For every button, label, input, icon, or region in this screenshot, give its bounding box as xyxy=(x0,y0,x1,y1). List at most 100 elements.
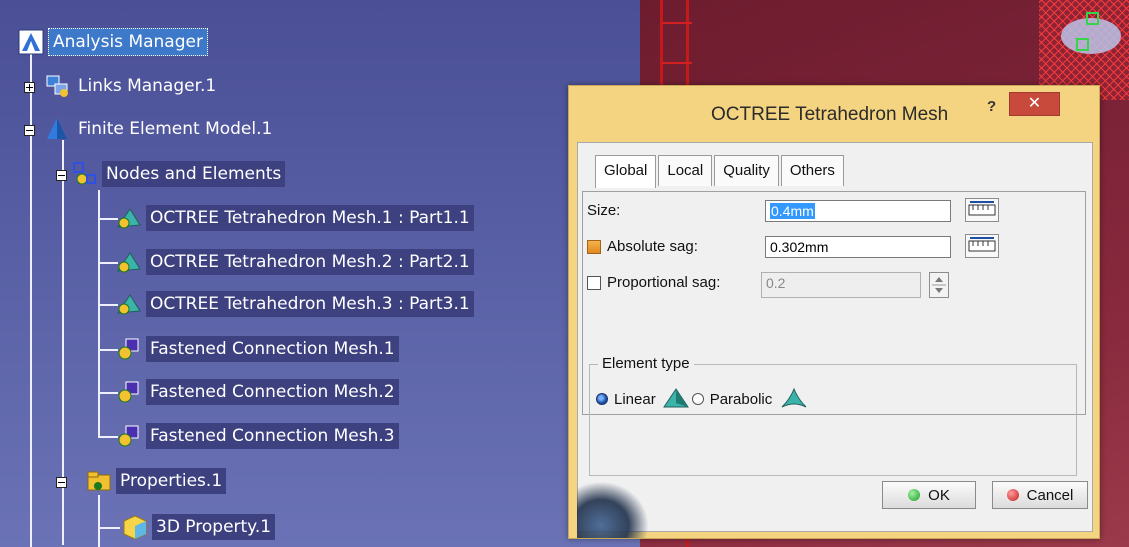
cancel-label: Cancel xyxy=(1026,486,1074,504)
tab-local[interactable]: Local xyxy=(658,155,713,186)
ok-label: OK xyxy=(928,486,950,504)
3d-property-icon xyxy=(122,514,148,540)
compass-node xyxy=(1086,12,1099,25)
help-button[interactable]: ? xyxy=(987,98,996,115)
tree-node-mesh[interactable]: OCTREE Tetrahedron Mesh.3 : Part3.1 xyxy=(116,290,474,318)
tree-label: Fastened Connection Mesh.1 xyxy=(146,336,399,362)
compass-node xyxy=(1076,38,1089,51)
fastened-mesh-icon xyxy=(116,423,142,449)
ok-button[interactable]: OK xyxy=(882,481,976,509)
tree-connector xyxy=(98,392,118,394)
tree-node-nodes-and-elements[interactable]: Nodes and Elements xyxy=(54,160,286,188)
nodes-and-elements-icon xyxy=(72,161,98,187)
size-row: Size: xyxy=(587,202,620,219)
tree-label: OCTREE Tetrahedron Mesh.3 : Part3.1 xyxy=(146,291,474,317)
ruler-icon xyxy=(968,237,996,252)
tetra-mesh-icon xyxy=(116,205,142,231)
tree-node-fastened-mesh[interactable]: Fastened Connection Mesh.3 xyxy=(116,422,399,450)
element-type-group: Element type Linear Parabolic xyxy=(589,355,1077,476)
absolute-sag-value: 0.302mm xyxy=(770,239,829,255)
tree-label: OCTREE Tetrahedron Mesh.1 : Part1.1 xyxy=(146,205,474,231)
parabolic-label: Parabolic xyxy=(709,390,773,408)
size-input[interactable]: 0.4mm xyxy=(765,200,951,222)
size-value: 0.4mm xyxy=(770,203,815,219)
tree-node-mesh[interactable]: OCTREE Tetrahedron Mesh.2 : Part2.1 xyxy=(116,248,474,276)
proportional-sag-checkbox[interactable] xyxy=(587,275,601,290)
tree-node-mesh[interactable]: OCTREE Tetrahedron Mesh.1 : Part1.1 xyxy=(116,204,474,232)
tree-label: Finite Element Model.1 xyxy=(78,119,273,139)
tree-node-3d-property[interactable]: 3D Property.1 xyxy=(122,513,276,541)
dialog-title-bar[interactable]: OCTREE Tetrahedron Mesh ? ✕ xyxy=(569,86,1099,142)
octree-mesh-dialog: OCTREE Tetrahedron Mesh ? ✕ Global Local… xyxy=(568,85,1100,539)
absolute-sag-checkbox[interactable] xyxy=(587,239,601,254)
linear-tetra-icon xyxy=(662,388,689,408)
tree-label: Fastened Connection Mesh.3 xyxy=(146,423,399,449)
properties-folder-icon xyxy=(86,468,112,494)
analysis-manager-icon xyxy=(18,29,44,55)
linear-radio[interactable] xyxy=(596,393,608,405)
collapse-minus-icon[interactable] xyxy=(24,125,35,136)
tree-connector xyxy=(98,262,118,264)
cancel-button[interactable]: Cancel xyxy=(992,481,1088,509)
specification-tree: Analysis Manager Links Manager.1 Finite … xyxy=(0,0,640,547)
absolute-sag-row: Absolute sag: xyxy=(587,238,698,255)
tree-connector xyxy=(98,495,100,547)
size-label: Size: xyxy=(587,202,621,219)
finite-element-model-icon xyxy=(44,116,70,142)
expand-plus-icon[interactable] xyxy=(24,82,35,93)
part-edge xyxy=(662,62,692,64)
element-type-options: Linear Parabolic xyxy=(596,387,808,411)
tree-label: Fastened Connection Mesh.2 xyxy=(146,379,399,405)
tree-node-analysis-manager[interactable]: Analysis Manager xyxy=(18,28,208,56)
element-type-legend: Element type xyxy=(598,355,694,372)
proportional-sag-value: 0.2 xyxy=(766,275,786,291)
collapse-minus-icon[interactable] xyxy=(56,170,67,181)
tree-label: Analysis Manager xyxy=(48,28,208,56)
close-button[interactable]: ✕ xyxy=(1009,92,1060,116)
tree-node-properties[interactable]: Properties.1 xyxy=(54,467,227,495)
spinner-arrows-icon xyxy=(932,277,946,293)
global-tab-panel: Size: 0.4mm Absolute sag: 0.302mm Propor… xyxy=(582,191,1086,476)
tab-global[interactable]: Global xyxy=(595,155,657,188)
catia-logo xyxy=(577,474,657,538)
ok-green-icon xyxy=(908,489,921,501)
tree-node-links-manager[interactable]: Links Manager.1 xyxy=(22,72,220,100)
tree-label: Properties.1 xyxy=(116,468,227,494)
tree-node-fastened-mesh[interactable]: Fastened Connection Mesh.2 xyxy=(116,378,399,406)
tab-strip: Global Local Quality Others xyxy=(595,155,846,188)
proportional-sag-spinner[interactable] xyxy=(929,272,949,298)
tree-connector xyxy=(98,527,120,529)
tree-label: 3D Property.1 xyxy=(152,514,276,540)
tree-node-fastened-mesh[interactable]: Fastened Connection Mesh.1 xyxy=(116,335,399,363)
tab-others[interactable]: Others xyxy=(780,155,844,186)
ruler-icon xyxy=(968,201,996,216)
proportional-sag-input[interactable]: 0.2 xyxy=(761,272,921,298)
tree-label: OCTREE Tetrahedron Mesh.2 : Part2.1 xyxy=(146,249,474,275)
tree-node-finite-element-model[interactable]: Finite Element Model.1 xyxy=(22,115,276,143)
tree-label: Links Manager.1 xyxy=(78,76,217,96)
tetra-mesh-icon xyxy=(116,291,142,317)
size-measure-button[interactable] xyxy=(965,198,999,222)
absolute-sag-measure-button[interactable] xyxy=(965,234,999,258)
absolute-sag-input[interactable]: 0.302mm xyxy=(765,236,951,258)
parabolic-tetra-icon xyxy=(781,387,807,408)
tree-connector xyxy=(98,218,118,220)
tree-connector xyxy=(98,436,118,438)
dialog-title: OCTREE Tetrahedron Mesh xyxy=(711,104,949,125)
collapse-minus-icon[interactable] xyxy=(56,477,67,488)
links-manager-icon xyxy=(44,73,70,99)
linear-label: Linear xyxy=(614,390,656,408)
part-edge xyxy=(662,22,692,24)
absolute-sag-label: Absolute sag: xyxy=(607,238,698,255)
tree-connector xyxy=(98,304,118,306)
tree-connector xyxy=(30,130,32,547)
tab-quality[interactable]: Quality xyxy=(714,155,779,186)
tree-connector xyxy=(98,190,100,438)
tree-label: Nodes and Elements xyxy=(102,161,286,187)
tetra-mesh-icon xyxy=(116,249,142,275)
proportional-sag-label: Proportional sag: xyxy=(607,274,721,291)
parabolic-radio[interactable] xyxy=(691,393,704,405)
fastened-mesh-icon xyxy=(116,379,142,405)
cancel-red-icon xyxy=(1006,489,1019,501)
proportional-sag-row: Proportional sag: xyxy=(587,274,720,291)
